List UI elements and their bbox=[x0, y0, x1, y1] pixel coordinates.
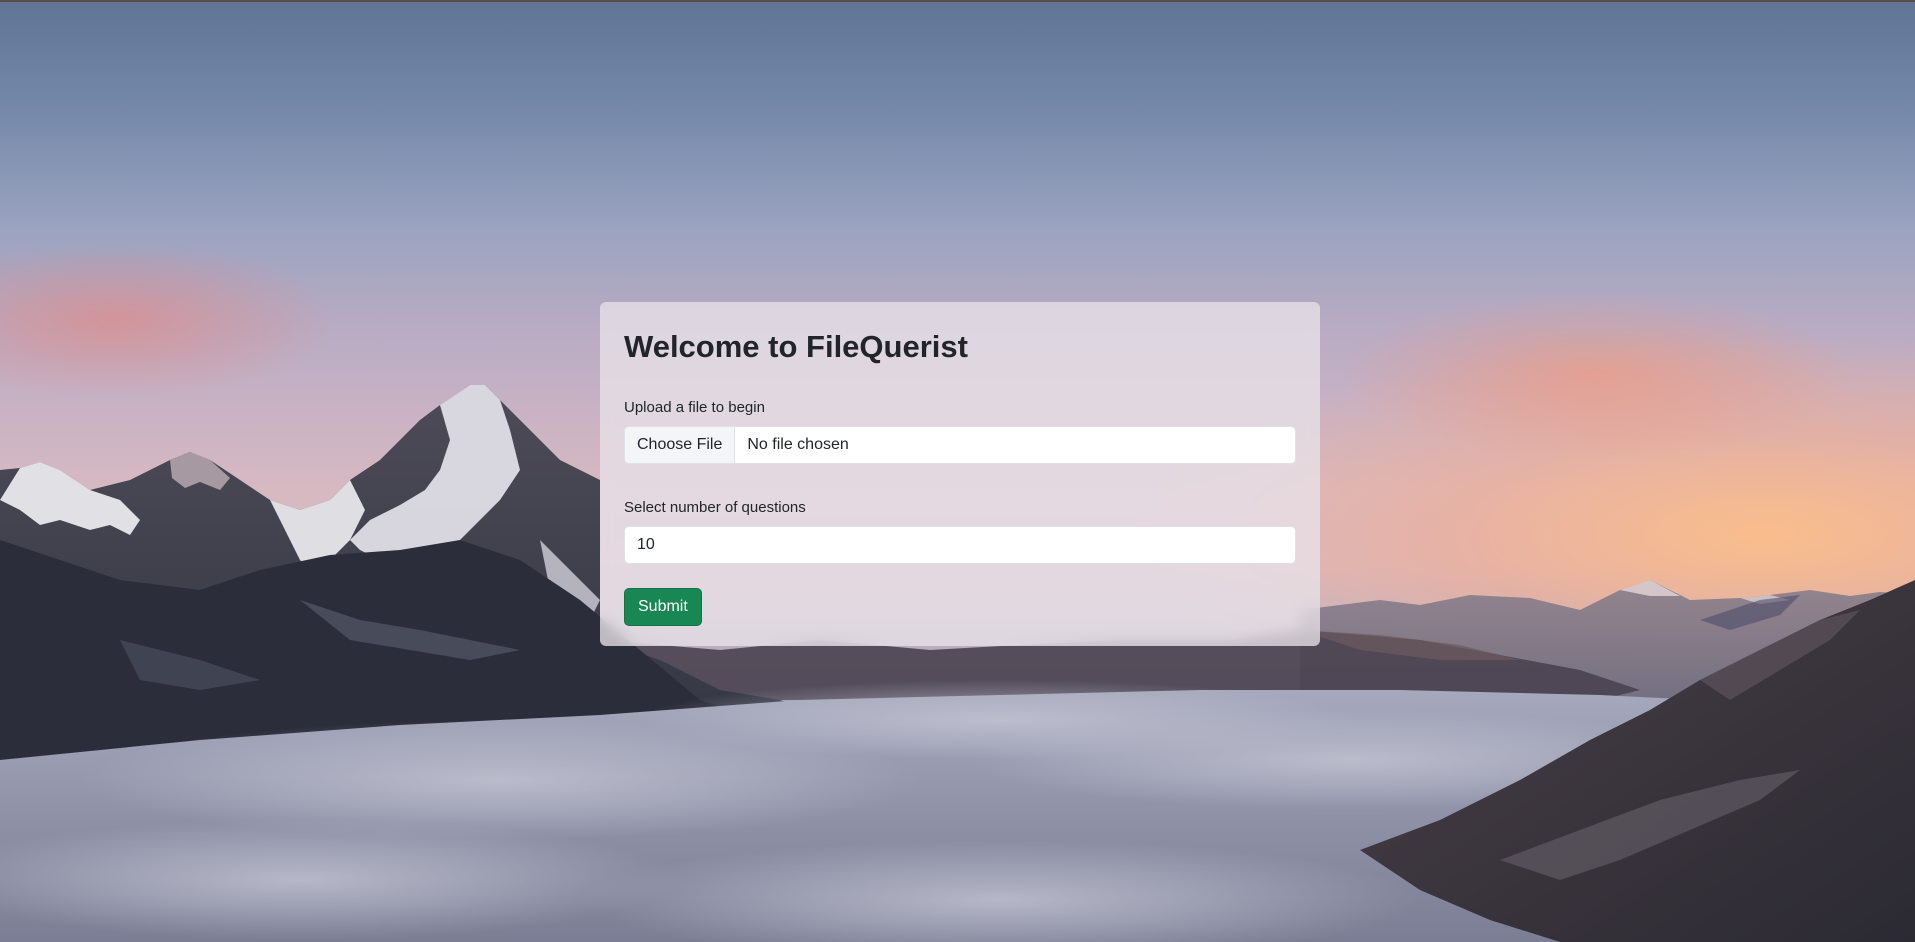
upload-label: Upload a file to begin bbox=[624, 399, 765, 417]
page-title: Welcome to FileQuerist bbox=[624, 329, 968, 364]
submit-button[interactable]: Submit bbox=[624, 588, 702, 627]
welcome-card: Welcome to FileQuerist Upload a file to … bbox=[600, 302, 1320, 646]
number-of-questions-input[interactable]: 10 bbox=[624, 526, 1296, 565]
page-background: Welcome to FileQuerist Upload a file to … bbox=[0, 0, 1915, 942]
file-status-text: No file chosen bbox=[747, 436, 849, 454]
file-upload-input[interactable]: Choose File No file chosen bbox=[624, 426, 1296, 465]
choose-file-button[interactable]: Choose File bbox=[625, 427, 736, 464]
questions-label: Select number of questions bbox=[624, 499, 806, 517]
